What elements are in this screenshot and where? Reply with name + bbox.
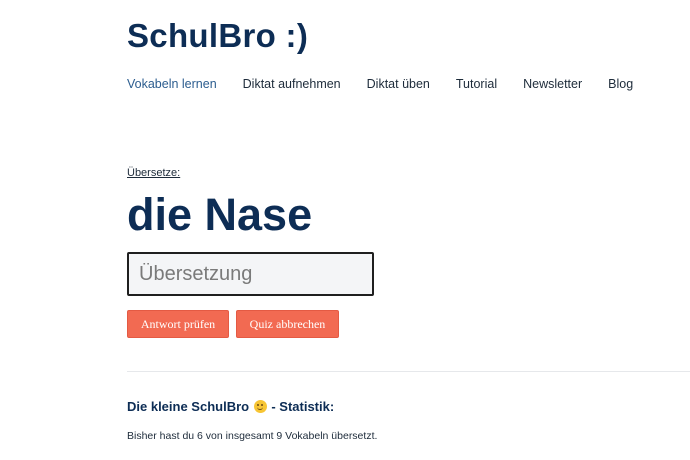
stats-title-suffix: - Statistik: <box>271 399 335 414</box>
stats-title-prefix: Die kleine SchulBro <box>127 399 250 414</box>
main-nav: Vokabeln lernen Diktat aufnehmen Diktat … <box>127 75 659 93</box>
cancel-quiz-button[interactable]: Quiz abbrechen <box>236 310 339 338</box>
page: SchulBro :) Vokabeln lernen Diktat aufne… <box>0 0 690 460</box>
vocab-word: die Nase <box>127 189 313 240</box>
smiley-icon <box>253 400 267 413</box>
stats-title: Die kleine SchulBro - Statistik: <box>127 399 334 415</box>
site-title[interactable]: SchulBro :) <box>127 14 308 58</box>
nav-item-diktat-ueben[interactable]: Diktat üben <box>367 75 430 93</box>
nav-item-newsletter[interactable]: Newsletter <box>523 75 582 93</box>
stats-text: Bisher hast du 6 von insgesamt 9 Vokabel… <box>127 430 378 442</box>
nav-item-blog[interactable]: Blog <box>608 75 633 93</box>
translate-prompt-label: Übersetze: <box>127 167 181 179</box>
check-answer-button[interactable]: Antwort prüfen <box>127 310 229 338</box>
nav-item-vokabeln-lernen[interactable]: Vokabeln lernen <box>127 75 217 93</box>
translation-input[interactable] <box>127 252 374 296</box>
nav-item-diktat-aufnehmen[interactable]: Diktat aufnehmen <box>243 75 341 93</box>
nav-item-tutorial[interactable]: Tutorial <box>456 75 497 93</box>
section-divider <box>127 371 690 372</box>
